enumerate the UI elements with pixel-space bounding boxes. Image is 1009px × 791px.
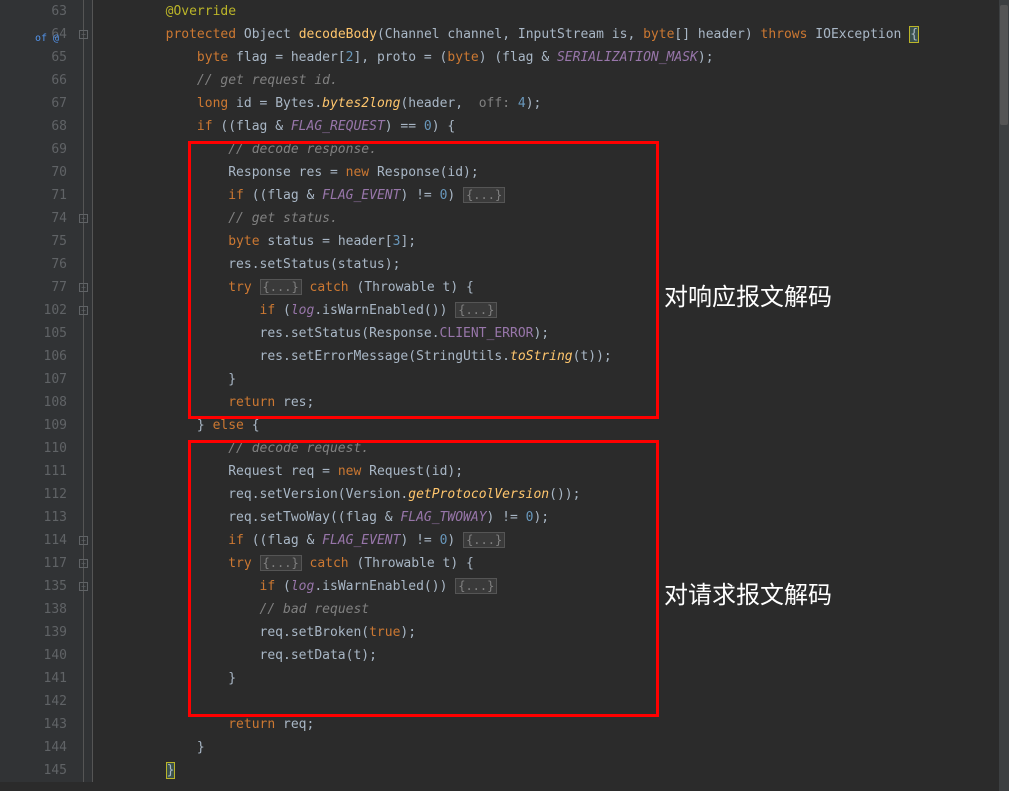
fold-expand-icon[interactable]: +: [79, 214, 88, 223]
request-annotation: 对请求报文解码: [664, 575, 832, 610]
line-number: 140: [0, 644, 67, 667]
code-line[interactable]: req.setVersion(Version.getProtocolVersio…: [103, 483, 1009, 506]
line-number: 141: [0, 667, 67, 690]
fold-collapse-icon[interactable]: −: [79, 30, 88, 39]
code-line[interactable]: // bad request: [103, 598, 1009, 621]
line-number: 117: [0, 552, 67, 575]
code-line[interactable]: if (log.isWarnEnabled()) {...}: [103, 575, 1009, 598]
code-line[interactable]: try {...} catch (Throwable t) {: [103, 276, 1009, 299]
line-number: 67: [0, 92, 67, 115]
line-number: 66: [0, 69, 67, 92]
line-number: 70: [0, 161, 67, 184]
line-number: 75: [0, 230, 67, 253]
line-number: 64of @: [0, 23, 67, 46]
line-number: 109: [0, 414, 67, 437]
vertical-scrollbar[interactable]: [999, 0, 1009, 791]
line-number: 113: [0, 506, 67, 529]
code-line[interactable]: req.setData(t);: [103, 644, 1009, 667]
code-editor[interactable]: 6364of @65666768697071747576771021051061…: [0, 0, 1009, 782]
scrollbar-thumb[interactable]: [1000, 5, 1008, 125]
line-number: 114: [0, 529, 67, 552]
code-line[interactable]: // decode request.: [103, 437, 1009, 460]
line-number: 143: [0, 713, 67, 736]
code-line[interactable]: } else {: [103, 414, 1009, 437]
line-number: 102: [0, 299, 67, 322]
line-number: 138: [0, 598, 67, 621]
code-line[interactable]: byte status = header[3];: [103, 230, 1009, 253]
line-number: 63: [0, 0, 67, 23]
code-line[interactable]: Response res = new Response(id);: [103, 161, 1009, 184]
line-number: 77: [0, 276, 67, 299]
code-line[interactable]: if ((flag & FLAG_EVENT) != 0) {...}: [103, 529, 1009, 552]
code-line[interactable]: req.setBroken(true);: [103, 621, 1009, 644]
code-line[interactable]: }: [103, 736, 1009, 759]
line-number: 105: [0, 322, 67, 345]
code-line[interactable]: // decode response.: [103, 138, 1009, 161]
code-line[interactable]: if ((flag & FLAG_REQUEST) == 0) {: [103, 115, 1009, 138]
fold-column[interactable]: − + + + + + +: [75, 0, 93, 782]
code-line[interactable]: byte flag = header[2], proto = (byte) (f…: [103, 46, 1009, 69]
line-number: 106: [0, 345, 67, 368]
fold-expand-icon[interactable]: +: [79, 306, 88, 315]
code-line[interactable]: res.setStatus(status);: [103, 253, 1009, 276]
line-number: 69: [0, 138, 67, 161]
code-line[interactable]: req.setTwoWay((flag & FLAG_TWOWAY) != 0)…: [103, 506, 1009, 529]
response-annotation: 对响应报文解码: [664, 277, 832, 312]
line-number: 76: [0, 253, 67, 276]
line-number: 144: [0, 736, 67, 759]
code-area[interactable]: @Override protected Object decodeBody(Ch…: [93, 0, 1009, 782]
line-number: 108: [0, 391, 67, 414]
code-line[interactable]: // get request id.: [103, 69, 1009, 92]
code-line[interactable]: try {...} catch (Throwable t) {: [103, 552, 1009, 575]
line-number: 74: [0, 207, 67, 230]
line-number: 135: [0, 575, 67, 598]
code-line[interactable]: Request req = new Request(id);: [103, 460, 1009, 483]
code-line[interactable]: [103, 690, 1009, 713]
code-line[interactable]: }: [103, 667, 1009, 690]
fold-expand-icon[interactable]: +: [79, 559, 88, 568]
code-line[interactable]: return res;: [103, 391, 1009, 414]
line-number-gutter: 6364of @65666768697071747576771021051061…: [0, 0, 75, 782]
code-line[interactable]: res.setErrorMessage(StringUtils.toString…: [103, 345, 1009, 368]
line-number: 71: [0, 184, 67, 207]
code-line[interactable]: if (log.isWarnEnabled()) {...}: [103, 299, 1009, 322]
line-number: 107: [0, 368, 67, 391]
code-line[interactable]: }: [103, 759, 1009, 782]
code-line[interactable]: if ((flag & FLAG_EVENT) != 0) {...}: [103, 184, 1009, 207]
fold-expand-icon[interactable]: +: [79, 536, 88, 545]
line-number: 112: [0, 483, 67, 506]
code-line[interactable]: @Override: [103, 0, 1009, 23]
line-number: 68: [0, 115, 67, 138]
line-number: 139: [0, 621, 67, 644]
line-number: 110: [0, 437, 67, 460]
code-line[interactable]: }: [103, 368, 1009, 391]
code-line[interactable]: return req;: [103, 713, 1009, 736]
fold-expand-icon[interactable]: +: [79, 283, 88, 292]
code-line[interactable]: // get status.: [103, 207, 1009, 230]
line-number: 65: [0, 46, 67, 69]
code-line[interactable]: res.setStatus(Response.CLIENT_ERROR);: [103, 322, 1009, 345]
code-line[interactable]: long id = Bytes.bytes2long(header, off: …: [103, 92, 1009, 115]
line-number: 111: [0, 460, 67, 483]
code-line[interactable]: protected Object decodeBody(Channel chan…: [103, 23, 1009, 46]
fold-expand-icon[interactable]: +: [79, 582, 88, 591]
line-number: 142: [0, 690, 67, 713]
line-number: 145: [0, 759, 67, 782]
